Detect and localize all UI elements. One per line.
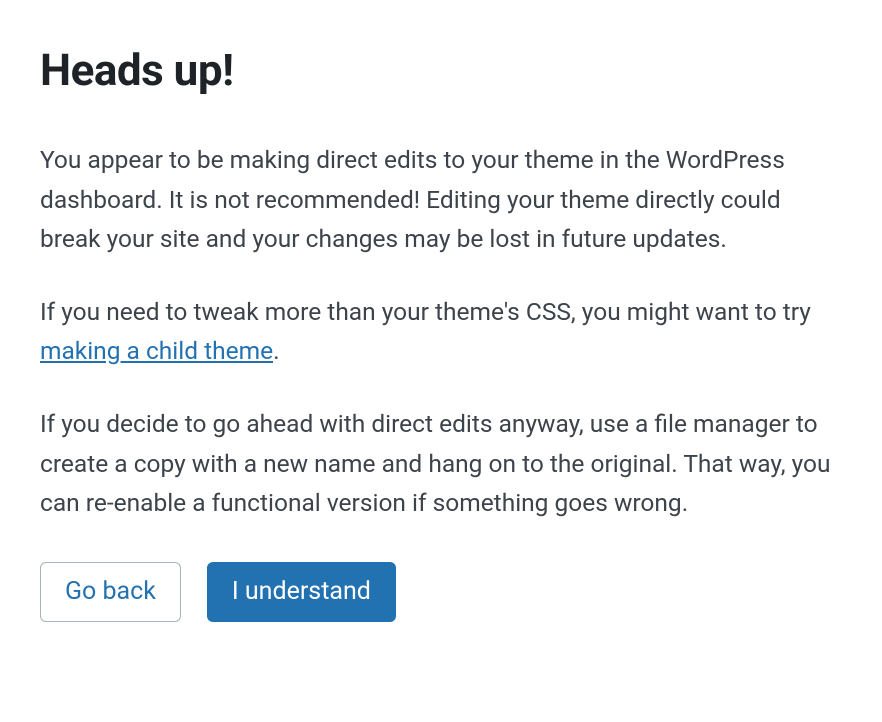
i-understand-button[interactable]: I understand bbox=[207, 562, 396, 622]
theme-edit-warning-dialog: Heads up! You appear to be making direct… bbox=[0, 0, 882, 662]
paragraph-2-post: . bbox=[273, 336, 279, 365]
dialog-button-row: Go back I understand bbox=[40, 562, 842, 622]
paragraph-2-pre: If you need to tweak more than your them… bbox=[40, 297, 811, 326]
child-theme-link[interactable]: making a child theme bbox=[40, 336, 273, 365]
dialog-title: Heads up! bbox=[40, 46, 842, 94]
warning-paragraph-1: You appear to be making direct edits to … bbox=[40, 140, 842, 258]
warning-paragraph-2: If you need to tweak more than your them… bbox=[40, 292, 842, 370]
go-back-button[interactable]: Go back bbox=[40, 562, 181, 622]
warning-paragraph-3: If you decide to go ahead with direct ed… bbox=[40, 404, 842, 522]
